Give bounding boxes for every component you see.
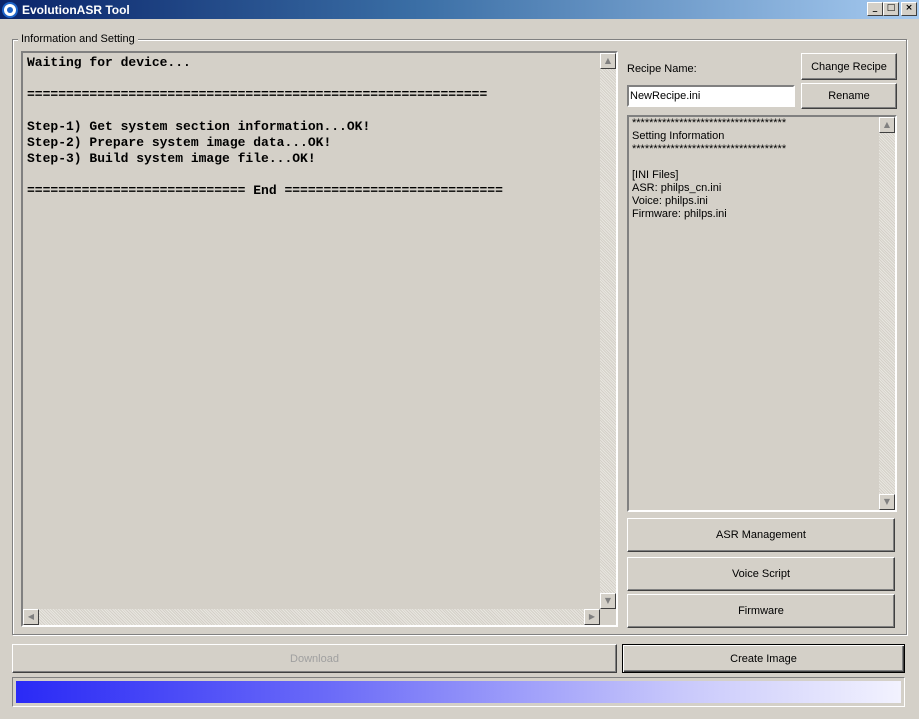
progress-bar — [12, 677, 905, 707]
title-bar[interactable]: EvolutionASR Tool _ □ × — [0, 0, 919, 19]
minimize-icon[interactable]: _ — [867, 2, 883, 16]
app-icon[interactable] — [2, 1, 18, 18]
create-image-button[interactable]: Create Image — [622, 644, 905, 673]
scroll-down-icon[interactable]: ▼ — [600, 593, 616, 609]
firmware-button[interactable]: Firmware — [627, 594, 895, 628]
maximize-icon[interactable]: □ — [883, 2, 899, 16]
scroll-down-icon[interactable]: ▼ — [879, 494, 895, 510]
download-button[interactable]: Download — [12, 644, 617, 673]
rename-button[interactable]: Rename — [801, 83, 897, 109]
log-output-panel[interactable]: Waiting for device... ==================… — [21, 51, 618, 627]
voice-script-button[interactable]: Voice Script — [627, 557, 895, 591]
log-text: Waiting for device... ==================… — [27, 55, 503, 198]
recipe-name-label: Recipe Name: — [627, 63, 697, 75]
log-horizontal-scrollbar[interactable]: ◀ ▶ — [23, 609, 600, 625]
setting-info-text: ************************************ Set… — [632, 117, 787, 220]
close-icon[interactable]: × — [901, 2, 917, 16]
progress-fill — [16, 681, 901, 703]
scroll-up-icon[interactable]: ▲ — [879, 117, 895, 133]
recipe-name-input[interactable]: NewRecipe.ini — [627, 85, 795, 107]
scroll-right-icon[interactable]: ▶ — [584, 609, 600, 625]
window-controls: _ □ × — [867, 2, 917, 16]
asr-management-button[interactable]: ASR Management — [627, 518, 895, 552]
change-recipe-button[interactable]: Change Recipe — [801, 53, 897, 80]
scroll-left-icon[interactable]: ◀ — [23, 609, 39, 625]
window-title: EvolutionASR Tool — [22, 2, 130, 17]
scroll-up-icon[interactable]: ▲ — [600, 53, 616, 69]
log-vertical-scrollbar[interactable]: ▲ ▼ — [600, 53, 616, 609]
scroll-corner — [600, 609, 616, 625]
setting-info-scrollbar[interactable]: ▲ ▼ — [879, 117, 895, 510]
setting-info-panel[interactable]: ************************************ Set… — [627, 115, 897, 512]
groupbox-label: Information and Setting — [18, 33, 138, 45]
